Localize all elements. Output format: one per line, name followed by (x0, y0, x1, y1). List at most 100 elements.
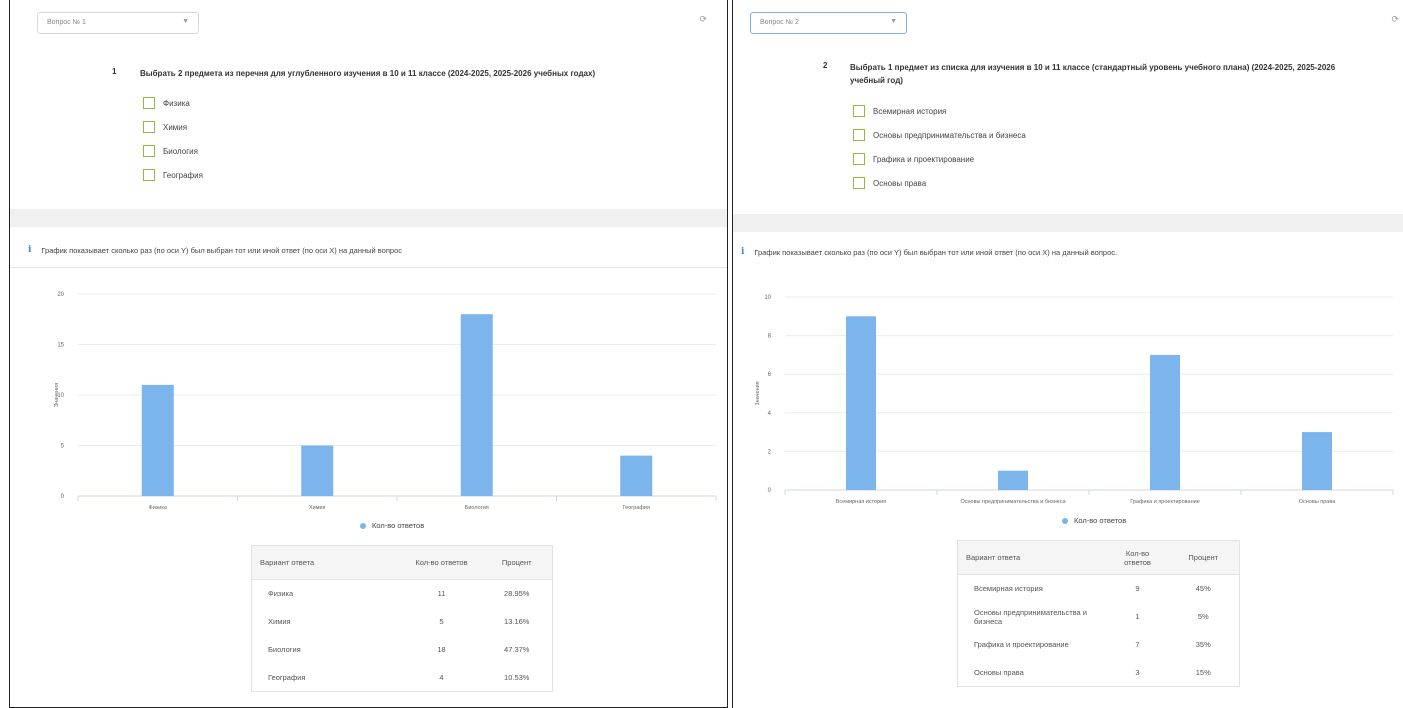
column-header-answer: Вариант ответа (251, 545, 402, 580)
cell-count: 3 (1135, 667, 1140, 677)
info-icon: i (741, 247, 745, 257)
x-tick-label: Основы предпринимательства и бизнеса (960, 499, 1066, 505)
cell-percent: 10.53% (504, 672, 530, 682)
question-text: Выбрать 2 предмета из перечня для углубл… (140, 69, 596, 78)
checkbox[interactable] (853, 177, 865, 189)
cell-answer: Основы предпринимательства и бизнеса (974, 607, 1087, 626)
section-separator (733, 214, 1403, 232)
answer-option[interactable]: Физика (143, 91, 203, 115)
answer-option-label: Всемирная история (873, 106, 947, 116)
refresh-icon[interactable]: ⟳ (699, 14, 707, 25)
table-header-row: Вариант ответа Кол-во ответов Процент (251, 545, 553, 580)
y-tick-label: 2 (768, 449, 772, 455)
column-header-count: Кол-во ответов (401, 545, 482, 580)
cell-percent: 47.37% (504, 645, 530, 654)
y-tick-label: 4 (768, 411, 772, 417)
x-tick-label: Биология (465, 505, 489, 511)
bar (846, 316, 876, 490)
answer-option-label: Графика и проектирование (873, 154, 975, 164)
x-tick-label: Всемирная история (836, 499, 886, 505)
answer-option-label: География (163, 170, 203, 180)
answer-option[interactable]: География (143, 163, 203, 187)
y-tick-label: 8 (768, 334, 772, 340)
cell-answer: География (268, 672, 306, 682)
checkbox[interactable] (853, 153, 865, 165)
cell-percent: 5% (1197, 612, 1209, 621)
y-tick-label: 0 (61, 494, 65, 500)
answer-option-label: Основы предпринимательства и бизнеса (873, 130, 1026, 140)
answer-options: Всемирная история Основы предприниматель… (853, 99, 1026, 195)
answer-options: Физика Химия Биология География (143, 91, 203, 187)
cell-percent: 35% (1195, 640, 1211, 649)
checkbox[interactable] (853, 105, 865, 117)
cell-answer: Всемирная история (974, 584, 1043, 594)
divider (10, 267, 727, 268)
y-tick-label: 20 (57, 292, 64, 298)
bar (620, 455, 653, 496)
column-header-percent: Процент (481, 545, 553, 580)
table-row: Основы права 3 15% (958, 659, 1240, 687)
answer-option[interactable]: Биология (143, 139, 203, 163)
column-header-percent: Процент (1167, 540, 1240, 575)
chart-legend[interactable]: Кол-во ответов (360, 521, 424, 530)
x-tick-label: Графика и проектирование (1130, 499, 1200, 505)
bar (141, 384, 174, 496)
y-tick-label: 0 (768, 488, 772, 494)
checkbox[interactable] (853, 129, 865, 141)
answer-option-label: Основы права (873, 178, 927, 188)
chart-info-text: График показывает сколько раз (по оси Y)… (754, 247, 1118, 257)
chart-legend[interactable]: Кол-во ответов (1062, 516, 1126, 525)
checkbox[interactable] (143, 145, 155, 157)
answer-option[interactable]: Основы права (853, 171, 1026, 195)
answer-option-label: Химия (163, 122, 188, 132)
cell-percent: 28.95% (504, 589, 530, 599)
answer-option[interactable]: Химия (143, 115, 203, 139)
chevron-down-icon: ▼ (890, 18, 897, 25)
checkbox[interactable] (143, 97, 155, 109)
cell-count: 18 (437, 645, 446, 654)
answer-option[interactable]: Графика и проектирование (853, 147, 1026, 171)
cell-percent: 13.16% (504, 617, 530, 626)
answers-bar-chart: 05101520ЗначенияФизика Химия Биология Геогр… (54, 292, 717, 511)
checkbox[interactable] (143, 169, 155, 181)
section-separator (10, 209, 727, 227)
cell-answer: Основы права (974, 667, 1024, 677)
question-selector[interactable]: Вопрос № 1 ▼ (37, 12, 199, 34)
table-row: Всемирная история 9 45% (958, 575, 1240, 603)
results-table: Вариант ответа Кол-во ответов Процент Фи… (251, 545, 553, 692)
info-icon: i (28, 245, 32, 255)
cell-count: 7 (1135, 640, 1140, 649)
chart-info: i График показывает сколько раз (по оси … (741, 247, 1117, 257)
y-tick-label: 15 (57, 343, 64, 349)
cell-answer: Физика (268, 589, 294, 599)
cell-count: 11 (437, 589, 446, 599)
answer-option[interactable]: Всемирная история (853, 99, 1026, 123)
cell-answer: Графика и проектирование (974, 640, 1069, 649)
question-2-panel: Вопрос № 2 ▼ ⟳ 2 Выбрать 1 предмет из сп… (732, 0, 1403, 708)
answer-option-label: Биология (163, 146, 198, 156)
question-1-panel: Вопрос № 1 ▼ ⟳ 1 Выбрать 2 предмета из п… (9, 0, 728, 708)
table-row: География 4 10.53% (252, 664, 553, 692)
y-axis-label: Значения (755, 381, 761, 405)
bar (460, 314, 493, 496)
legend-label: Кол-во ответов (1074, 516, 1127, 525)
table-row: Основы предпринимательства и бизнеса 1 5% (958, 603, 1240, 631)
table-row: Биология 18 47.37% (252, 636, 553, 664)
answer-option[interactable]: Основы предпринимательства и бизнеса (853, 123, 1026, 147)
table-row: Химия 5 13.16% (252, 608, 553, 636)
legend-marker (1062, 517, 1068, 524)
x-tick-label: Физика (149, 505, 168, 511)
refresh-icon[interactable]: ⟳ (1391, 14, 1399, 25)
table-row: Графика и проектирование 7 35% (958, 631, 1240, 659)
x-tick-label: Химия (309, 505, 326, 511)
table-header-row: Вариант ответа Кол-во ответов Процент (957, 540, 1240, 575)
x-tick-label: Основы права (1299, 499, 1336, 505)
question-text: Выбрать 1 предмет из списка для изучения… (850, 63, 1336, 85)
checkbox[interactable] (143, 121, 155, 133)
cell-percent: 45% (1195, 584, 1211, 594)
column-header-answer: Вариант ответа (957, 540, 1108, 575)
cell-count: 9 (1135, 584, 1140, 594)
question-selector[interactable]: Вопрос № 2 ▼ (750, 12, 907, 34)
column-header-count: Кол-во ответов (1107, 540, 1168, 575)
x-tick-label: География (623, 505, 650, 511)
